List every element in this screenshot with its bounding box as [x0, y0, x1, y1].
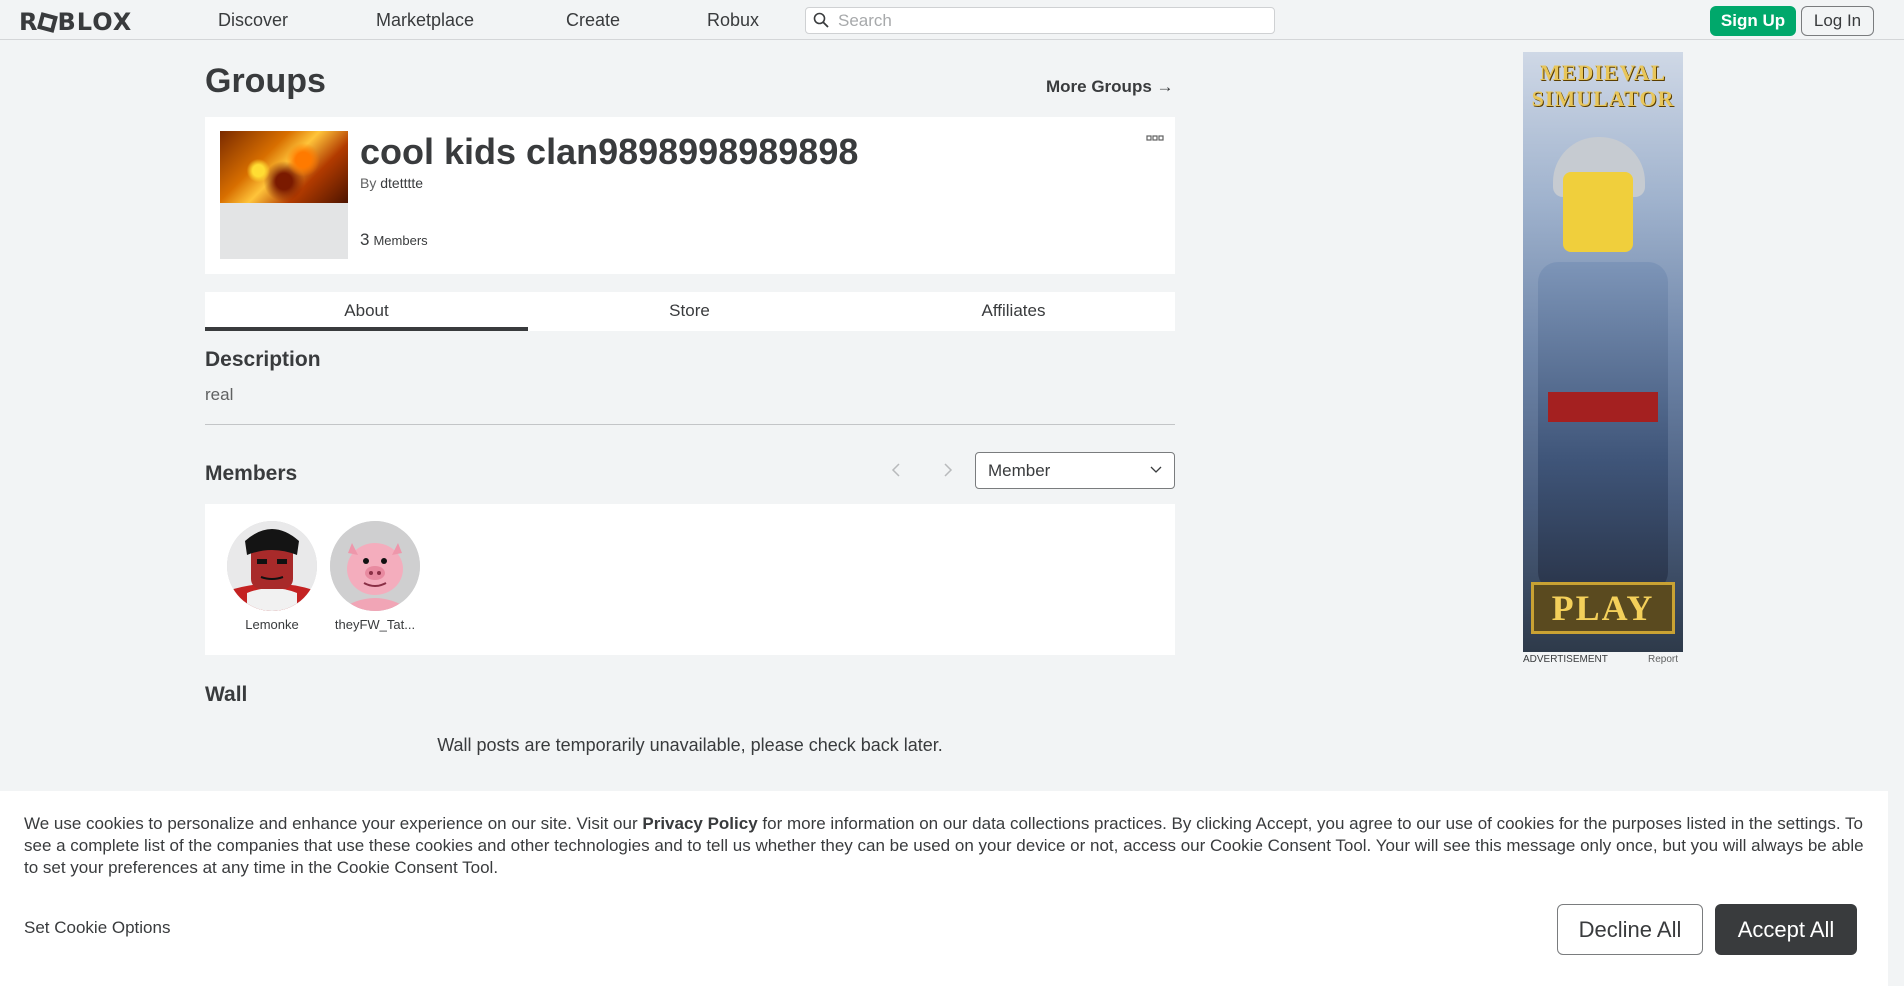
member-tile[interactable]: Lemonke — [222, 521, 322, 632]
wall-heading: Wall — [205, 683, 248, 706]
ad-play-button[interactable]: PLAY — [1531, 582, 1675, 634]
more-options-icon[interactable] — [1146, 133, 1164, 143]
roblox-logo[interactable]: R BLOX — [19, 8, 132, 36]
member-count-label: Members — [373, 233, 428, 248]
section-divider — [205, 424, 1175, 425]
login-button[interactable]: Log In — [1801, 6, 1874, 36]
avatar[interactable] — [227, 521, 317, 611]
more-groups-link[interactable]: More Groups → — [1046, 77, 1174, 97]
tab-about[interactable]: About — [205, 292, 528, 331]
member-count-value: 3 — [360, 230, 370, 249]
wall-unavailable-message: Wall posts are temporarily unavailable, … — [437, 735, 943, 755]
logo-o-glyph — [37, 12, 59, 33]
role-dropdown-value: Member — [988, 461, 1051, 480]
nav-create[interactable]: Create — [566, 10, 620, 31]
members-list: Lemonke theyFW_Tat... — [205, 504, 1175, 655]
advertisement-banner[interactable]: MEDIEVAL SIMULATOR PLAY — [1523, 52, 1683, 652]
signup-button[interactable]: Sign Up — [1710, 6, 1796, 36]
ad-title: MEDIEVAL SIMULATOR — [1531, 60, 1675, 111]
group-member-count: 3 Members — [360, 230, 428, 250]
ad-knight-face — [1563, 172, 1633, 252]
cookie-consent-text: We use cookies to personalize and enhanc… — [24, 813, 1874, 879]
nav-discover[interactable]: Discover — [218, 10, 288, 31]
nav-marketplace[interactable]: Marketplace — [376, 10, 474, 31]
top-navigation-bar: R BLOX Discover Marketplace Create Robux … — [0, 0, 1904, 40]
ad-knight-armor — [1538, 262, 1668, 592]
chevron-down-icon — [1150, 466, 1162, 473]
search-input[interactable] — [838, 10, 1258, 31]
group-emblem — [220, 131, 348, 259]
page-title: Groups — [205, 62, 326, 100]
decline-all-button[interactable]: Decline All — [1557, 904, 1703, 955]
tab-store[interactable]: Store — [528, 292, 851, 331]
tab-affiliates[interactable]: Affiliates — [852, 292, 1175, 331]
group-owner-link[interactable]: dtetttte — [380, 175, 423, 191]
member-name[interactable]: theyFW_Tat... — [325, 617, 425, 632]
avatar-lemonke-image — [227, 521, 317, 611]
search-icon — [813, 12, 829, 28]
description-heading: Description — [205, 348, 321, 371]
ad-report-link[interactable]: Report — [1648, 654, 1678, 665]
member-name[interactable]: Lemonke — [222, 617, 322, 632]
accept-all-button[interactable]: Accept All — [1715, 904, 1857, 955]
chevron-right-icon[interactable] — [941, 460, 955, 480]
group-tabs: About Store Affiliates — [205, 292, 1175, 331]
group-name: cool kids clan9898998989898 — [360, 131, 859, 172]
cookie-consent-banner: We use cookies to personalize and enhanc… — [0, 791, 1888, 986]
ad-knight-belt — [1548, 392, 1658, 422]
avatar-pig-image — [330, 521, 420, 611]
group-header-card: cool kids clan9898998989898 By dtetttte … — [205, 117, 1175, 274]
nav-robux[interactable]: Robux — [707, 10, 759, 31]
avatar[interactable] — [330, 521, 420, 611]
chevron-left-icon[interactable] — [889, 460, 903, 480]
member-tile[interactable]: theyFW_Tat... — [325, 521, 425, 632]
privacy-policy-link[interactable]: Privacy Policy — [642, 814, 757, 833]
cookie-text-before: We use cookies to personalize and enhanc… — [24, 814, 643, 833]
search-box[interactable] — [805, 7, 1275, 34]
group-owner-line: By dtetttte — [360, 175, 423, 191]
description-text: real — [205, 385, 234, 404]
group-emblem-image — [220, 131, 348, 203]
set-cookie-options-link[interactable]: Set Cookie Options — [24, 918, 170, 938]
advertisement-label: ADVERTISEMENT — [1523, 654, 1608, 665]
by-label: By — [360, 175, 377, 191]
members-heading: Members — [205, 462, 298, 485]
role-dropdown[interactable]: Member — [975, 452, 1175, 489]
